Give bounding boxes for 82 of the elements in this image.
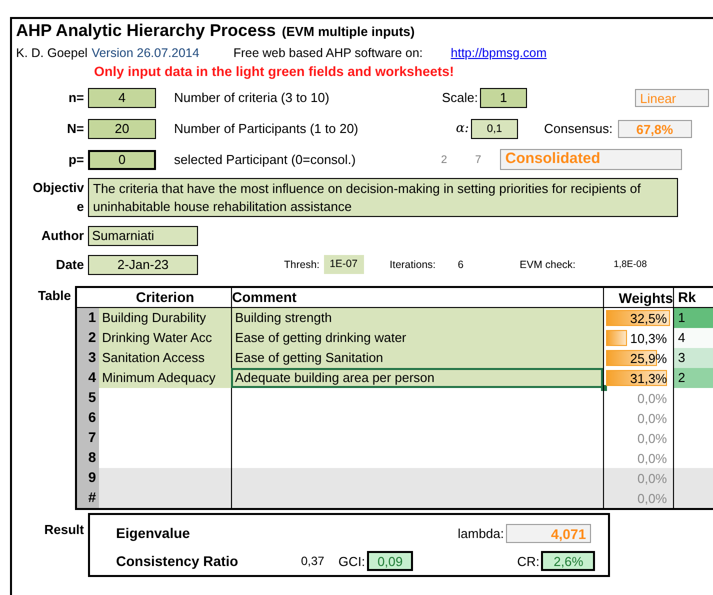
rank-cell: 2: [673, 368, 713, 388]
evm-check-label: EVM check:: [520, 258, 576, 270]
number-text: 2: [441, 154, 448, 166]
author-credit: K. D. Goepel: [16, 46, 88, 60]
weight-value: 32,5%: [630, 310, 668, 328]
param-description: Number of criteria (3 to 10): [174, 90, 330, 105]
date-label: Date: [54, 257, 85, 272]
row-number: 1: [77, 308, 99, 328]
input-field[interactable]: 0,1: [471, 118, 518, 138]
weight-value: 31,3%: [630, 370, 668, 388]
consensus-output: 67,8%: [618, 120, 692, 138]
alpha-label: α:: [454, 121, 470, 136]
table-cell[interactable]: Building strength: [231, 308, 603, 328]
row-number: 7: [77, 428, 99, 448]
row-number: 2: [77, 328, 99, 348]
version-text: Version 26.07.2014: [92, 46, 200, 60]
promo-text: Free web based AHP software on:: [233, 46, 423, 60]
iterations-label: Iterations:: [390, 258, 436, 270]
gci-output: 0,09: [367, 551, 414, 571]
param-label: N=: [66, 121, 85, 136]
scale-label: Scale:: [440, 90, 479, 105]
result-label: Result: [43, 521, 85, 539]
weight-value: 0,0%: [637, 430, 668, 448]
sheet-subtitle: (EVM multiple inputs): [282, 24, 415, 39]
table-cell[interactable]: Ease of getting drinking water: [231, 328, 603, 348]
param-description: selected Participant (0=consol.): [174, 152, 357, 167]
objective-label: e: [76, 198, 84, 216]
rank-cell: 4: [673, 328, 713, 348]
input-field[interactable]: 4: [88, 88, 156, 108]
row-number: 5: [77, 388, 99, 408]
consistency-ratio-label: Consistency Ratio: [116, 553, 240, 569]
row-number: #: [77, 488, 99, 508]
table-cell[interactable]: Ease of getting Sanitation: [231, 348, 603, 368]
lambda-label: lambda:: [456, 526, 504, 540]
row-number: 9: [77, 468, 99, 488]
param-label: p=: [67, 152, 85, 167]
warning-text: Only input data in the light green fields and worksheets!: [93, 63, 456, 81]
scale-output: Linear: [635, 88, 709, 106]
table-cell[interactable]: Building Durability: [99, 308, 231, 328]
table-cell[interactable]: Sanitation Access: [99, 348, 231, 368]
thresh-label: Thresh:: [284, 258, 320, 270]
gci-label: GCI:: [338, 554, 366, 568]
website-link[interactable]: http://bpmsg.com: [450, 46, 547, 60]
ci-value: 0,37: [301, 554, 324, 568]
row-number: 6: [77, 408, 99, 428]
row-number: 8: [77, 448, 99, 468]
rank-cell: 1: [673, 308, 713, 328]
lambda-output: 4,071: [506, 524, 591, 542]
weight-value: 0,0%: [637, 410, 668, 428]
author-label: Author: [40, 228, 85, 243]
weight-value: 0,0%: [637, 450, 668, 468]
input-field[interactable]: 0: [88, 150, 156, 170]
table-cell[interactable]: Minimum Adequacy: [99, 368, 231, 388]
cr-output: 2,6%: [541, 551, 596, 571]
thresh-field[interactable]: 1E-07: [324, 255, 364, 274]
cr-label: CR:: [517, 554, 540, 568]
weight-value: 0,0%: [637, 390, 668, 408]
number-text: 7: [475, 154, 482, 166]
consensus-label: Consensus:: [544, 121, 613, 136]
param-label: n=: [67, 90, 85, 105]
rank-cell: 3: [673, 348, 713, 368]
evm-check-value: 1,8E-08: [614, 259, 647, 270]
input-field[interactable]: 20: [88, 118, 156, 138]
status-output: Consolidated: [500, 149, 682, 170]
weight-value: 25,9%: [630, 350, 668, 368]
column-header: Weights: [603, 288, 673, 308]
objective-label: Objectiv: [32, 179, 84, 197]
input-field[interactable]: 1: [480, 88, 527, 108]
weight-value: 0,0%: [637, 490, 668, 508]
iterations-value: 6: [458, 258, 464, 270]
weight-value: 10,3%: [630, 330, 668, 348]
row-number: 3: [77, 348, 99, 368]
eigenvalue-label: Eigenvalue: [116, 525, 191, 541]
date-field[interactable]: 2-Jan-23: [88, 254, 198, 274]
param-description: Number of Participants (1 to 20): [174, 121, 360, 136]
objective-field[interactable]: The criteria that have the most influence on decision-making in setting priorities for recipients of uninhabitable house rehabilitation assistance: [88, 178, 678, 217]
row-number: 4: [77, 368, 99, 388]
author-field[interactable]: Sumarniati: [88, 226, 198, 246]
table-cell[interactable]: Drinking Water Acc: [99, 328, 231, 348]
sheet-title: AHP Analytic Hierarchy Process: [16, 21, 276, 41]
table-label: Table: [37, 287, 72, 305]
weight-value: 0,0%: [637, 470, 668, 488]
